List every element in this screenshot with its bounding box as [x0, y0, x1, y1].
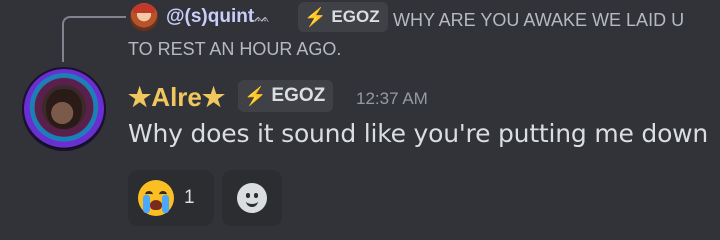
message-author-name[interactable]: ★Alre★	[128, 82, 225, 113]
message-text: Why does it sound like you're putting me…	[128, 119, 709, 148]
lightning-icon: ⚡	[304, 6, 327, 27]
reply-spine	[62, 16, 126, 62]
author-tag-label: EGOZ	[271, 85, 326, 106]
reply-clan-tag[interactable]: ⚡ EGOZ	[298, 2, 388, 32]
crying-face-icon	[138, 180, 174, 216]
author-avatar[interactable]	[22, 67, 106, 151]
lightning-icon: ⚡	[244, 85, 267, 106]
avatar-face-shape	[46, 89, 82, 129]
reaction-crying-face[interactable]: 1	[128, 170, 214, 226]
reply-tag-label: EGOZ	[331, 7, 380, 26]
reply-author-name[interactable]: @(s)quint	[166, 6, 254, 28]
author-clan-tag[interactable]: ⚡ EGOZ	[238, 80, 334, 112]
reply-badge-icon: ᨐ	[254, 10, 271, 26]
smile-icon	[237, 183, 267, 213]
add-reaction-button[interactable]	[222, 170, 282, 226]
reaction-count: 1	[184, 187, 195, 208]
message-timestamp: 12:37 AM	[356, 89, 428, 108]
